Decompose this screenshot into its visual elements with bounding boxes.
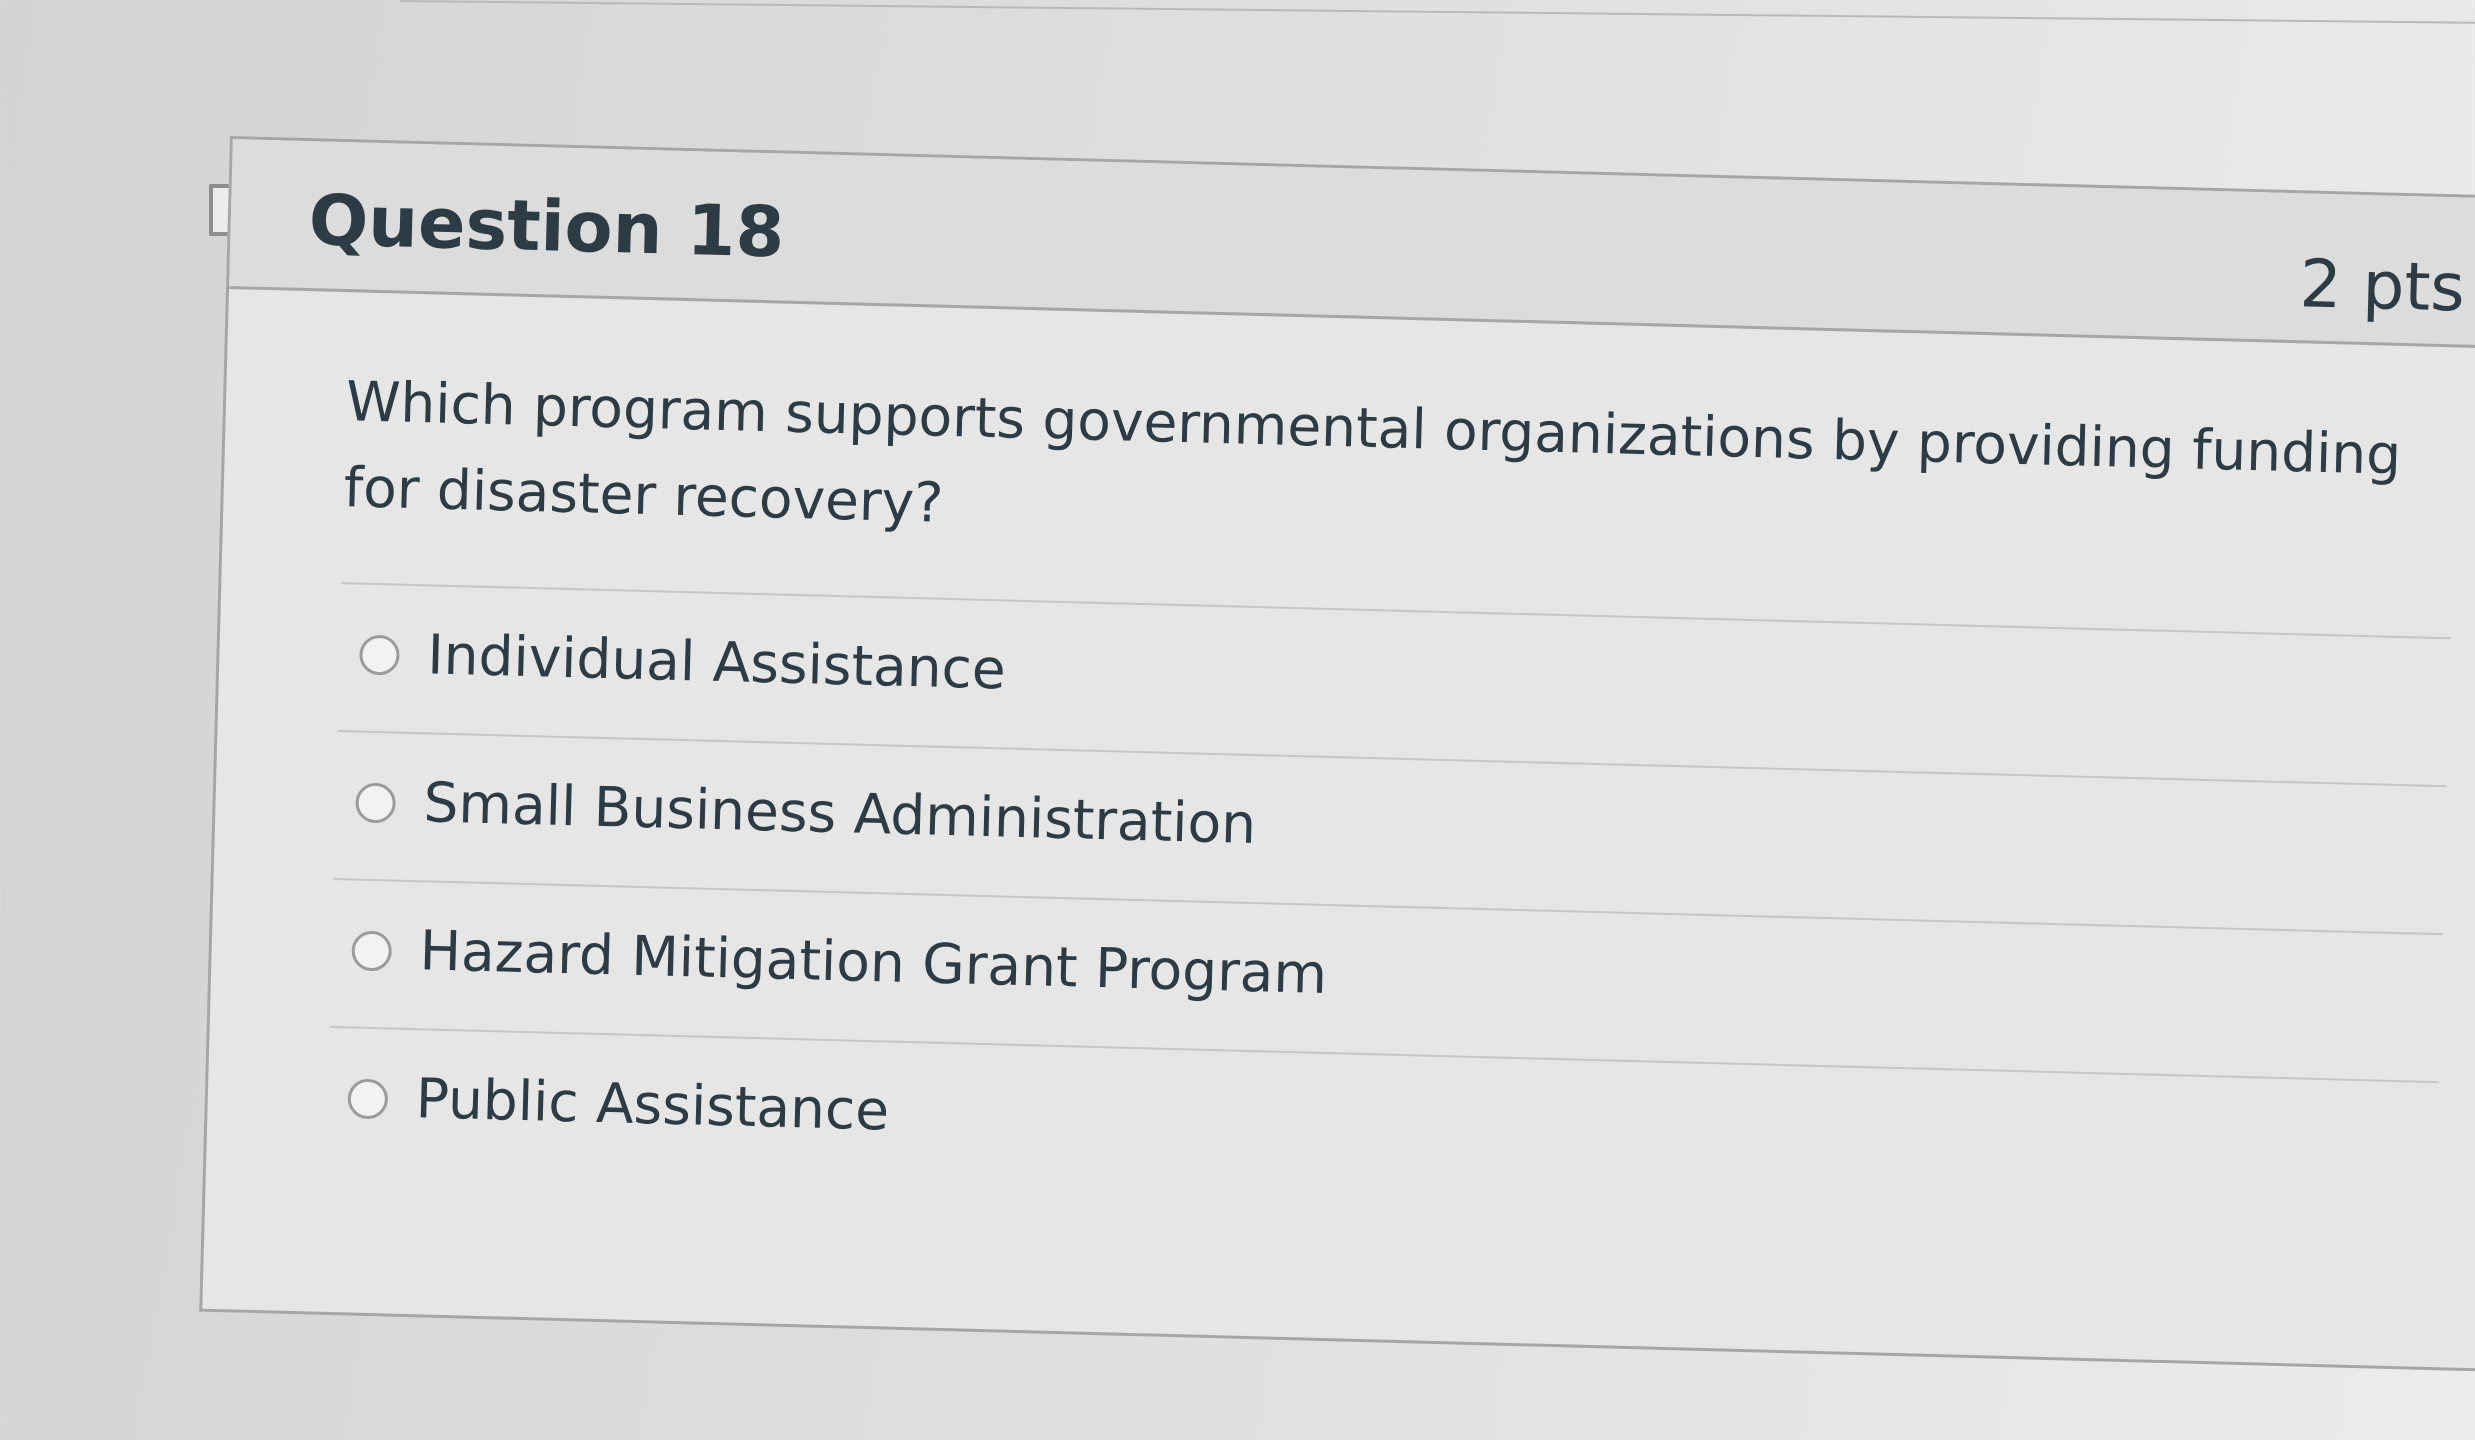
question-text: Which program supports governmental orga… xyxy=(343,369,2402,535)
page-divider xyxy=(399,0,2475,24)
question-card: Question 18 2 pts Which program supports… xyxy=(199,136,2475,1376)
answer-label[interactable]: Public Assistance xyxy=(415,1066,890,1142)
radio-button-icon[interactable] xyxy=(358,634,400,676)
radio-button-icon[interactable] xyxy=(347,1078,389,1120)
question-points: 2 pts xyxy=(2298,245,2466,327)
answer-label[interactable]: Individual Assistance xyxy=(427,622,1007,701)
question-title: Question 18 xyxy=(307,179,786,274)
answer-label[interactable]: Small Business Administration xyxy=(423,770,1257,856)
radio-button-icon[interactable] xyxy=(355,782,397,824)
radio-button-icon[interactable] xyxy=(351,930,393,972)
answer-label[interactable]: Hazard Mitigation Grant Program xyxy=(419,918,1328,1006)
question-body: Which program supports governmental orga… xyxy=(206,289,2475,1234)
answer-list: Individual Assistance Small Business Adm… xyxy=(325,582,2451,1230)
